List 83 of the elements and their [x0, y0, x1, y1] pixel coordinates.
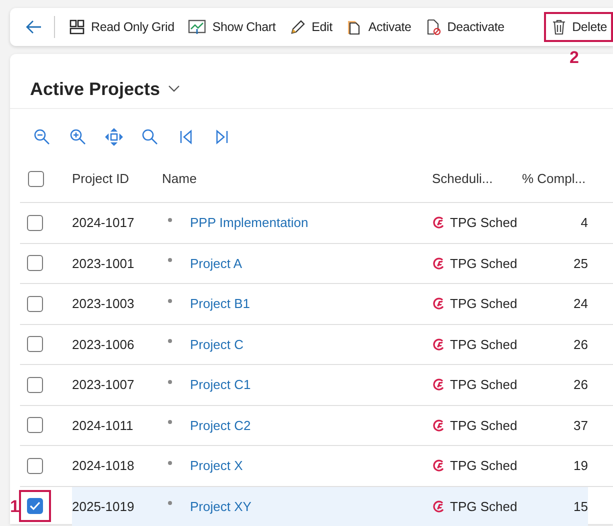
activate-button[interactable]: Activate [341, 12, 416, 42]
row-checkbox[interactable] [27, 376, 43, 393]
row-checkbox[interactable] [27, 336, 43, 352]
bullet-icon [168, 218, 172, 222]
select-all-checkbox[interactable] [28, 170, 44, 186]
bullet-icon [168, 380, 172, 384]
table-cell-text: 2024-1011 [72, 418, 134, 433]
project-link[interactable]: Project C [190, 336, 244, 352]
table-cell: TPG Sched [450, 498, 518, 514]
table-cell-text: 37 [572, 418, 588, 433]
logo-icon [432, 459, 445, 472]
project-link[interactable]: Project A [190, 256, 242, 271]
table-cell-text: 2023-1001 [72, 256, 136, 271]
callout-number: 1 [10, 496, 20, 516]
bullet-icon [168, 339, 172, 344]
project-link[interactable]: Project C2 [190, 418, 251, 433]
table-cell-text: 26 [572, 377, 588, 392]
table-cell: TPG Sched [450, 458, 518, 474]
project-link[interactable]: Project XY [190, 498, 252, 514]
document-icon [346, 19, 362, 35]
trash-icon [552, 19, 566, 35]
table-cell-text: 24 [572, 296, 588, 312]
search-icon[interactable] [141, 128, 159, 146]
bullet-icon [168, 501, 172, 506]
document-blocked-icon [425, 19, 442, 35]
column-header[interactable]: % Compl... [522, 171, 588, 186]
logo-icon [432, 256, 445, 270]
bullet-icon [168, 258, 172, 262]
pencil-icon [290, 19, 306, 35]
table-cell: TPG Sched [450, 377, 518, 392]
project-link[interactable]: Project B1 [190, 296, 250, 312]
bullet-icon [168, 460, 172, 465]
deactivate-button[interactable]: Deactivate [420, 12, 510, 42]
table-cell: TPG Sched [450, 418, 518, 433]
bullet-icon [168, 420, 172, 424]
row-checkbox[interactable] [27, 417, 43, 434]
logo-icon [432, 216, 445, 230]
row-checkbox[interactable] [27, 296, 43, 312]
project-link[interactable]: Project X [190, 458, 243, 474]
column-header[interactable]: Name [162, 171, 432, 186]
back-arrow-icon [26, 20, 42, 34]
table-cell-text: 25 [572, 256, 588, 271]
zoom-out-icon[interactable] [33, 128, 51, 146]
table-cell-text: 2024-1017 [72, 215, 136, 230]
project-link[interactable]: Project C1 [190, 377, 251, 392]
table-cell: TPG Sched [450, 296, 518, 312]
table-cell-text: 2023-1003 [72, 296, 136, 312]
chart-icon [188, 19, 206, 35]
row-checkbox[interactable] [27, 214, 43, 231]
table-cell: TPG Sched [450, 336, 518, 352]
table-cell-text: 26 [572, 336, 588, 352]
table-cell: TPG Sched [450, 215, 518, 230]
grid-icon [69, 19, 85, 35]
callout-number: 2 [570, 48, 579, 68]
delete-button[interactable]: Delete [544, 12, 613, 42]
logo-icon [432, 338, 445, 351]
table-cell-text: 2023-1007 [72, 377, 136, 392]
chevron-down-icon[interactable] [168, 85, 180, 93]
grid-button[interactable]: Read Only Grid [64, 12, 180, 42]
logo-icon [432, 378, 445, 392]
table-cell-text: 19 [572, 458, 588, 474]
table-cell: 15 [522, 486, 588, 526]
column-header[interactable]: Scheduli... [432, 171, 522, 186]
logo-icon [432, 500, 445, 513]
column-header[interactable]: Project ID [72, 171, 162, 186]
table-cell-text: 2023-1006 [72, 336, 136, 352]
chart-button[interactable]: Show Chart [183, 12, 281, 42]
fit-icon[interactable] [105, 128, 123, 146]
row-checkbox[interactable] [27, 458, 43, 474]
project-link[interactable]: PPP Implementation [190, 215, 308, 230]
table-cell-text: 2024-1018 [72, 458, 136, 474]
bullet-icon [168, 298, 172, 303]
table-cell: 2025-1019 [72, 486, 162, 526]
row-checkbox[interactable] [27, 498, 43, 514]
table-cell: TPG Sched [450, 256, 518, 271]
zoom-in-icon[interactable] [69, 128, 87, 146]
edit-button[interactable]: Edit [284, 12, 338, 42]
table-cell-text: 4 [580, 215, 588, 230]
row-checkbox[interactable] [27, 255, 43, 272]
logo-icon [432, 418, 445, 432]
checkmark-icon [29, 501, 41, 512]
view-title[interactable]: Active Projects [30, 78, 160, 100]
logo-icon [432, 297, 445, 310]
